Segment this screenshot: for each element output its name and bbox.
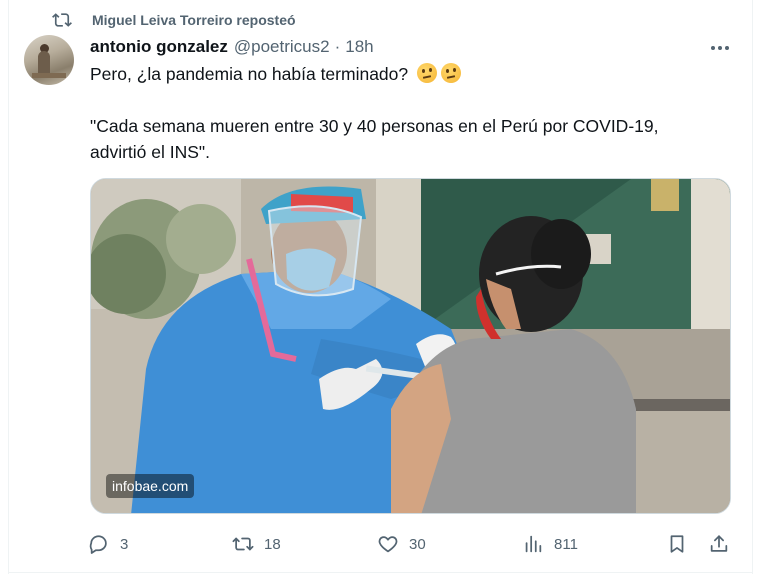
author-handle[interactable]: @poetricus2 (234, 37, 330, 57)
repost-button[interactable]: 18 (232, 530, 281, 558)
frame-border-right (752, 0, 753, 574)
author-name[interactable]: antonio gonzalez (90, 37, 228, 57)
repost-icon (52, 13, 72, 27)
views-button[interactable]: 811 (522, 530, 578, 558)
views-chart-icon (525, 535, 542, 553)
tweet-text-line-3: advirtió el INS". (90, 142, 211, 162)
repost-by-text[interactable]: Miguel Leiva Torreiro reposteó (92, 12, 296, 28)
tweet-text-content: Pero, ¿la pandemia no había terminado? (90, 64, 409, 84)
share-icon (710, 535, 728, 552)
media-watermark: infobae.com (106, 474, 195, 498)
tweet-media-photo[interactable] (90, 178, 731, 514)
like-button[interactable]: 30 (377, 530, 426, 558)
thinking-face-emoji (441, 63, 461, 83)
more-options-icon[interactable] (708, 38, 732, 58)
bookmark-icon (670, 535, 684, 553)
tweet-header: antonio gonzalez @poetricus2 · 18h (90, 36, 374, 58)
reply-button[interactable]: 3 (88, 530, 128, 558)
tweet-text-line-1: Pero, ¿la pandemia no había terminado? (90, 61, 461, 87)
views-count: 811 (554, 535, 578, 553)
like-count: 30 (409, 535, 426, 553)
reply-icon (89, 535, 107, 554)
thinking-face-emoji (417, 63, 437, 83)
timestamp[interactable]: 18h (345, 37, 373, 57)
frame-border-bottom (8, 572, 753, 573)
repost-action-icon (232, 537, 254, 551)
tweet-actions-bar: 3 18 30 811 (86, 530, 736, 558)
reply-count: 3 (120, 535, 129, 553)
repost-count: 18 (264, 535, 281, 553)
tweet-text-line-2: "Cada semana mueren entre 30 y 40 person… (90, 116, 659, 136)
heart-icon (378, 536, 398, 553)
share-button[interactable] (708, 530, 730, 558)
avatar[interactable] (24, 35, 74, 85)
separator-dot: · (334, 37, 341, 56)
frame-border-left (8, 0, 9, 574)
repost-indicator: Miguel Leiva Torreiro reposteó (52, 10, 296, 30)
bookmark-button[interactable] (666, 530, 688, 558)
